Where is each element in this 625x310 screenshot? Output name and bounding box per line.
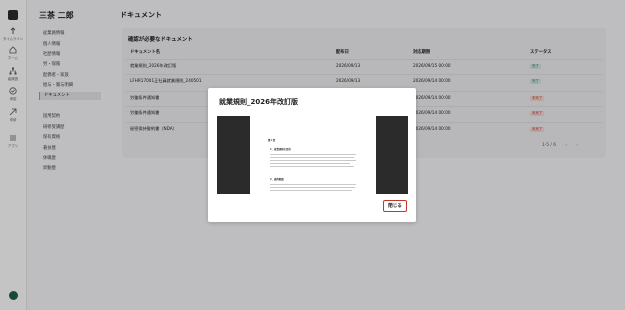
doc-text-line	[270, 163, 350, 164]
doc-text-line	[270, 187, 355, 188]
doc-text-line	[270, 166, 354, 167]
viewer-left-margin	[217, 116, 250, 194]
doc-text-line	[270, 190, 352, 191]
doc-text-line	[270, 157, 354, 158]
doc-text-line	[270, 160, 356, 161]
pdf-viewer[interactable]: 第１章 1．就業規則の目的 2．適用範囲	[217, 116, 408, 194]
doc-section-2: 2．適用範囲	[270, 178, 284, 181]
doc-section-1: 1．就業規則の目的	[270, 148, 291, 151]
doc-text-line	[270, 184, 356, 185]
doc-heading: 第１章	[268, 139, 276, 142]
doc-text-line	[270, 154, 356, 155]
document-preview-modal: 就業規則_2026年改訂版 第１章 1．就業規則の目的 2．適用範囲 閉じる	[208, 88, 416, 222]
close-button[interactable]: 閉じる	[383, 200, 407, 212]
modal-title: 就業規則_2026年改訂版	[219, 98, 298, 106]
document-page: 第１章 1．就業規則の目的 2．適用範囲	[267, 116, 359, 194]
viewer-right-margin	[376, 116, 408, 194]
